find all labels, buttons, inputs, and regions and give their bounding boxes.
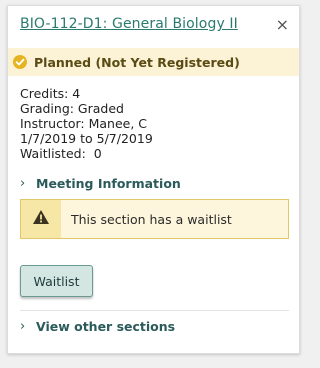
instructor-text: Instructor: Manee, C: [20, 116, 148, 131]
grading-text: Grading: Graded: [20, 101, 124, 116]
divider: [20, 310, 289, 311]
close-icon[interactable]: ×: [276, 17, 289, 33]
course-section-card: BIO-112-D1: General Biology II × Planned…: [7, 5, 300, 354]
status-banner: Planned (Not Yet Registered): [8, 48, 299, 76]
section-details: Credits: 4 Grading: Graded Instructor: M…: [20, 86, 153, 161]
dates-text: 1/7/2019 to 5/7/2019: [20, 131, 153, 146]
waitlist-button[interactable]: Waitlist: [20, 265, 93, 297]
warning-text: This section has a waitlist: [71, 211, 232, 227]
waitlist-warning: This section has a waitlist: [20, 199, 289, 239]
credits-text: Credits: 4: [20, 86, 81, 101]
status-text: Planned (Not Yet Registered): [34, 54, 240, 70]
chevron-right-icon: ›: [20, 176, 26, 191]
course-title-link[interactable]: BIO-112-D1: General Biology II: [20, 16, 238, 32]
meeting-information-label: Meeting Information: [36, 176, 181, 191]
meeting-information-toggle[interactable]: › Meeting Information: [20, 176, 181, 191]
view-other-sections-toggle[interactable]: › View other sections: [20, 319, 175, 334]
chevron-right-icon: ›: [20, 319, 26, 334]
view-other-sections-label: View other sections: [36, 319, 176, 334]
waitlisted-text: Waitlisted: 0: [20, 146, 102, 161]
check-circle-icon: [13, 55, 27, 69]
warning-triangle-icon: [32, 209, 50, 229]
warning-icon-area: [21, 200, 61, 238]
